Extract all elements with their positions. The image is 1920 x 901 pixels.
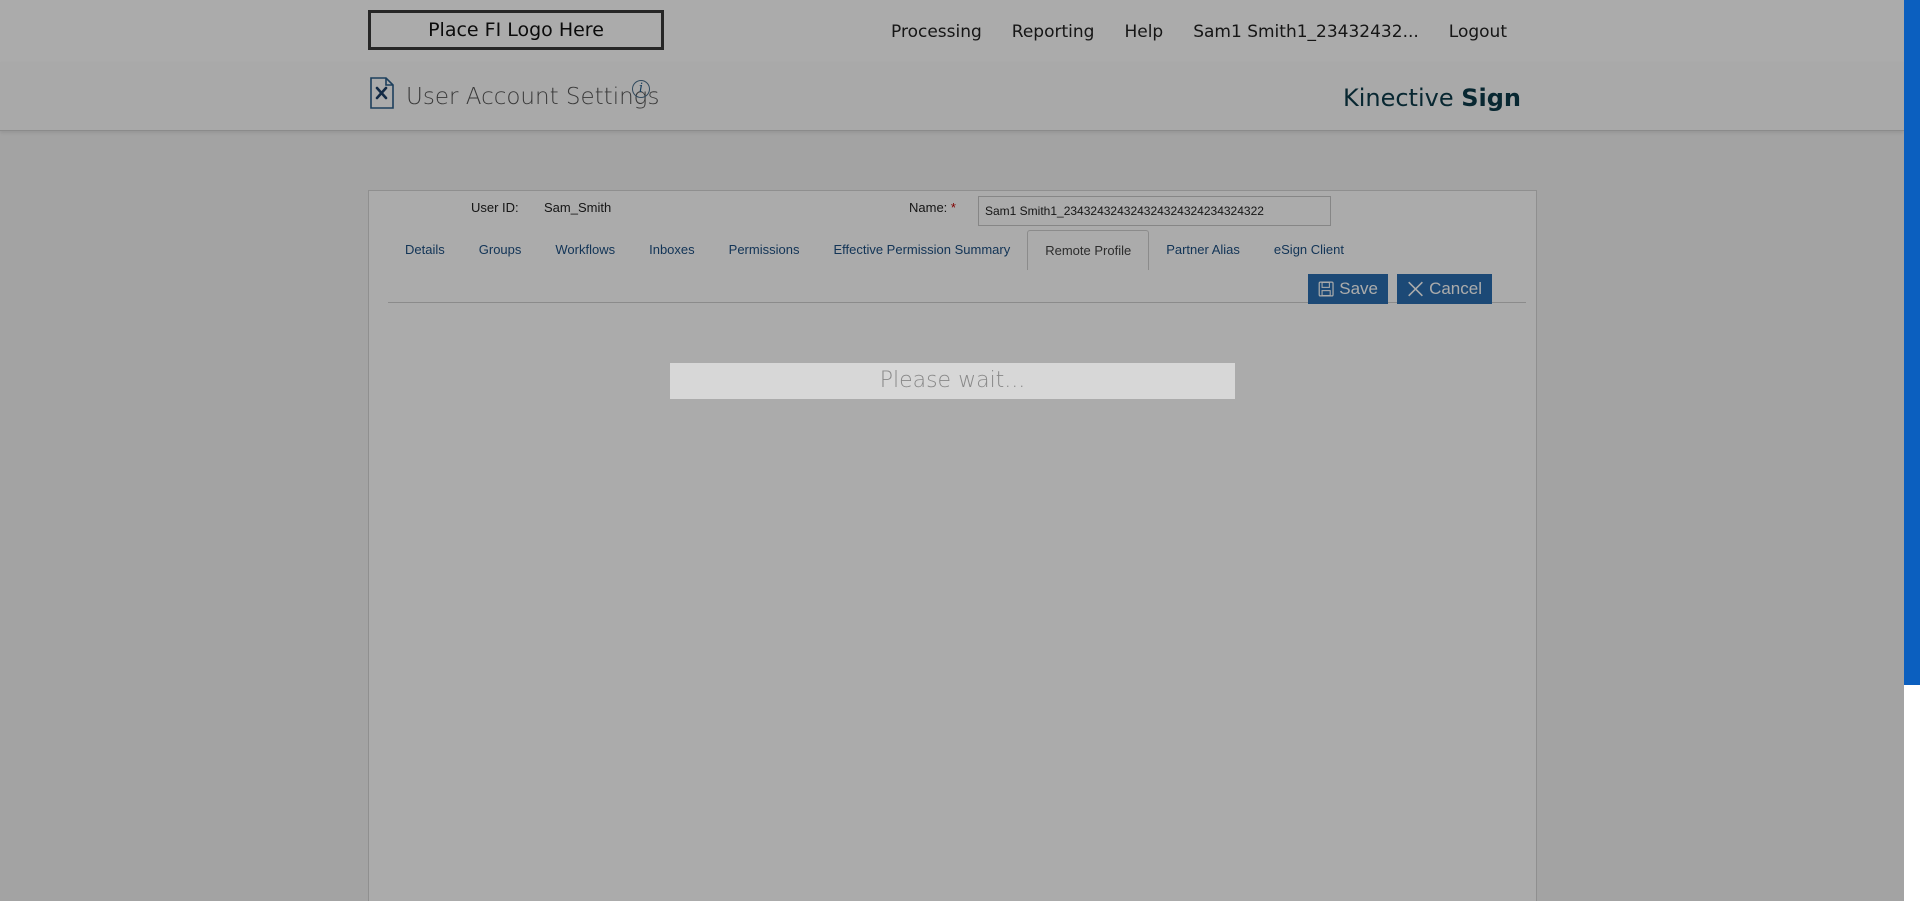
- scrollbar-thumb[interactable]: [1904, 0, 1920, 685]
- loading-message: Please wait...: [670, 363, 1235, 399]
- loading-overlay: [0, 0, 1904, 901]
